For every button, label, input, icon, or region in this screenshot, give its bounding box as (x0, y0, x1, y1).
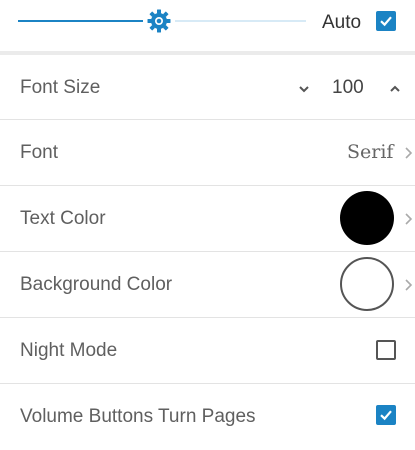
text-color-row[interactable]: Text Color (0, 186, 415, 252)
night-mode-checkbox[interactable] (376, 340, 396, 360)
font-size-label: Font Size (20, 77, 101, 98)
volume-buttons-label: Volume Buttons Turn Pages (20, 406, 256, 427)
chevron-right-icon (405, 279, 413, 291)
brightness-row: Auto (0, 0, 415, 50)
chevron-up-icon (390, 85, 400, 92)
chevron-down-icon (299, 86, 309, 93)
chevron-right-icon (405, 213, 413, 225)
background-color-label: Background Color (20, 274, 173, 295)
font-size-value: 100 (332, 77, 364, 98)
background-color-swatch[interactable] (340, 257, 394, 311)
checkmark-icon (380, 410, 392, 421)
font-size-row: Font Size 100 (0, 55, 415, 121)
brightness-thumb[interactable] (146, 8, 172, 34)
background-color-row[interactable]: Background Color (0, 252, 415, 318)
checkmark-icon (380, 16, 392, 27)
brightness-track-filled (18, 20, 143, 22)
font-value: Serif (347, 141, 394, 163)
font-row[interactable]: Font Serif (0, 120, 415, 186)
font-label: Font (20, 142, 59, 163)
volume-buttons-row: Volume Buttons Turn Pages (0, 384, 415, 450)
night-mode-label: Night Mode (20, 340, 118, 361)
auto-brightness-checkbox[interactable] (376, 11, 396, 31)
brightness-track-empty (175, 20, 306, 22)
text-color-label: Text Color (20, 208, 106, 229)
chevron-right-icon (405, 147, 413, 159)
font-size-increase-button[interactable] (383, 77, 407, 101)
brightness-slider[interactable] (18, 8, 306, 34)
night-mode-row: Night Mode (0, 318, 415, 384)
text-color-swatch[interactable] (340, 191, 394, 245)
volume-buttons-checkbox[interactable] (376, 405, 396, 425)
auto-brightness-label: Auto (322, 12, 362, 33)
brightness-icon (147, 9, 171, 33)
font-size-decrease-button[interactable] (292, 77, 316, 101)
